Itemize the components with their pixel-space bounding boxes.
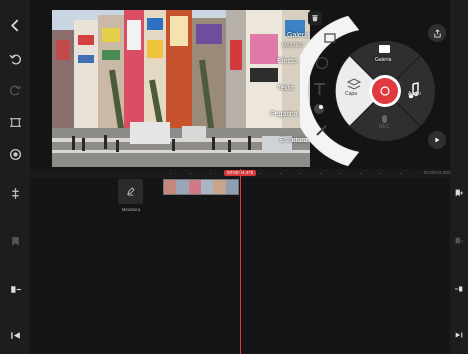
jump-start-button[interactable] <box>0 324 30 346</box>
settings-button[interactable] <box>0 140 30 168</box>
crop-button[interactable] <box>0 108 30 136</box>
crop-icon <box>9 117 21 127</box>
menu-item-escritura[interactable]: Escritura <box>280 137 308 144</box>
inner-item-capa[interactable]: Capa <box>345 91 357 97</box>
bookmark-icon <box>11 236 19 246</box>
trim-end-button[interactable] <box>450 278 468 300</box>
trim-left-icon <box>10 285 21 293</box>
share-button[interactable] <box>428 24 446 42</box>
app-window: Galería Efecto Texto Pegatina Escritura … <box>0 0 468 354</box>
bookmark-button[interactable] <box>0 230 30 252</box>
thumbnail-button[interactable] <box>118 179 143 204</box>
share-icon <box>433 28 441 38</box>
total-time: 00:00:04.500 <box>423 170 450 175</box>
trim-right-icon <box>454 286 463 292</box>
menu-item-pegatina[interactable]: Pegatina <box>270 111 298 118</box>
inner-item-galeria[interactable]: Galería <box>375 57 391 63</box>
street-scene-image <box>52 10 310 167</box>
remove-marker-button[interactable] <box>450 230 468 252</box>
right-toolbar <box>450 0 468 354</box>
play-icon <box>435 137 440 143</box>
left-toolbar <box>0 0 30 354</box>
thumbnail-label: Miniatura <box>121 207 141 212</box>
chevron-left-icon <box>10 18 18 32</box>
redo-icon <box>9 85 21 95</box>
menu-item-texto[interactable]: Texto <box>277 85 294 92</box>
timeline-panel[interactable]: 00:00:04.475 00:00:04.500 Miniatura <box>30 169 450 354</box>
watermark-text: MASTER <box>282 43 303 49</box>
redo-button[interactable] <box>0 76 30 104</box>
split-clip-button[interactable] <box>0 182 30 204</box>
divider <box>0 172 30 173</box>
split-icon <box>11 187 19 199</box>
marker-add-icon <box>455 189 464 197</box>
undo-button[interactable] <box>0 44 30 74</box>
playhead[interactable] <box>240 169 241 354</box>
menu-item-efecto[interactable]: Efecto <box>277 58 297 65</box>
skip-end-icon <box>455 332 463 338</box>
undo-icon <box>9 54 21 64</box>
back-button[interactable] <box>0 10 30 40</box>
play-button[interactable] <box>428 131 446 149</box>
menu-item-galeria[interactable]: Galería <box>287 32 310 39</box>
target-icon <box>9 148 21 160</box>
add-clip-button[interactable] <box>450 182 468 204</box>
skip-start-icon <box>10 331 20 339</box>
pencil-icon <box>127 187 135 196</box>
inner-item-rec[interactable]: REC <box>379 124 390 130</box>
inner-item-audio[interactable]: Audio <box>408 91 421 97</box>
video-preview[interactable] <box>52 10 310 167</box>
jump-end-button[interactable] <box>450 324 468 346</box>
trim-start-button[interactable] <box>0 278 30 300</box>
video-clip[interactable] <box>163 179 239 195</box>
marker-remove-icon <box>455 237 464 245</box>
